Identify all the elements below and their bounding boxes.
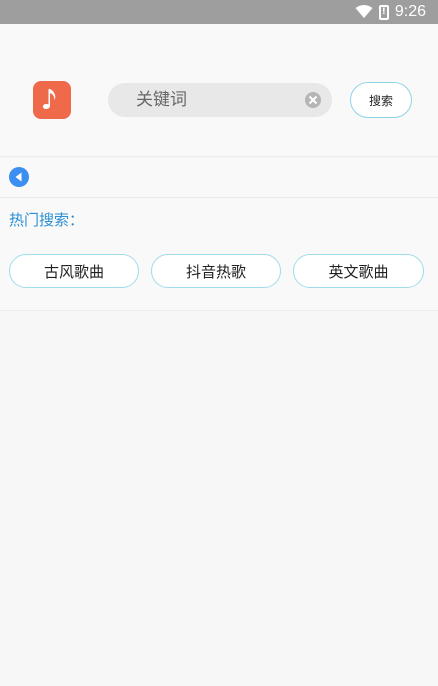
wifi-icon (355, 5, 373, 18)
search-box[interactable] (108, 83, 332, 117)
search-button[interactable]: 搜索 (350, 82, 412, 118)
music-note-icon (43, 89, 56, 109)
hot-search-section: 热门搜索： 古风歌曲 抖音热歌 英文歌曲 (0, 199, 438, 311)
hot-search-title: 热门搜索： (9, 211, 85, 229)
status-time: 9:26 (394, 3, 426, 20)
header: 搜索 (0, 24, 438, 157)
hot-tag[interactable]: 英文歌曲 (293, 254, 424, 288)
hot-tag[interactable]: 抖音热歌 (151, 254, 281, 288)
app-logo[interactable] (33, 81, 71, 119)
back-row (0, 158, 438, 198)
results-area (0, 312, 438, 686)
back-icon[interactable] (9, 167, 29, 187)
clear-icon[interactable] (304, 91, 322, 109)
status-bar: ! 9:26 (0, 0, 438, 24)
battery-glyph: ! (381, 6, 386, 17)
search-input[interactable] (136, 90, 296, 110)
battery-icon: ! (378, 4, 389, 20)
hot-tag[interactable]: 古风歌曲 (9, 254, 139, 288)
